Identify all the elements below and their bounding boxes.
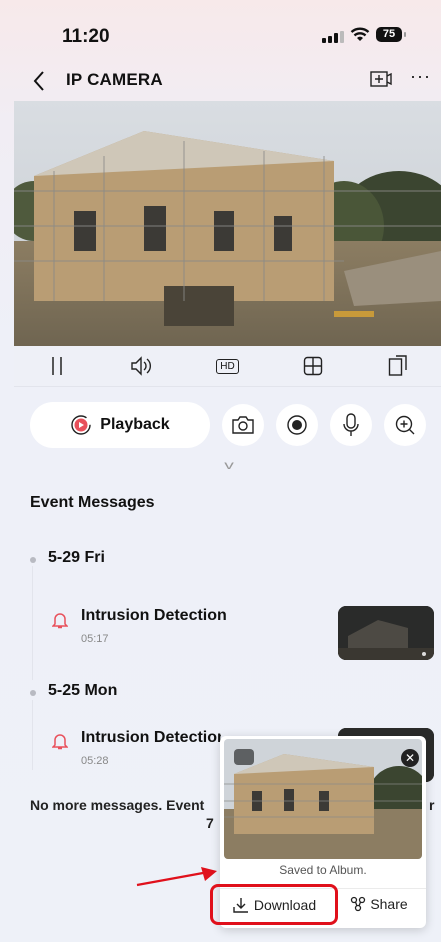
no-more-text-end: r [429, 797, 435, 813]
snapshot-button[interactable] [222, 404, 264, 446]
saved-image-preview[interactable]: ✕ [224, 739, 422, 859]
microphone-icon [343, 413, 359, 436]
close-icon[interactable]: ✕ [401, 749, 419, 767]
bell-icon [52, 734, 68, 750]
hd-icon: HD [216, 358, 239, 374]
signal-icon [322, 31, 344, 43]
event-time: 05:17 [81, 633, 109, 645]
back-icon[interactable] [32, 70, 46, 92]
split-view-button[interactable] [293, 351, 333, 381]
zoom-in-icon [395, 415, 415, 435]
saved-message: Saved to Album. [279, 863, 367, 877]
event-thumbnail[interactable] [338, 606, 434, 660]
zoom-button[interactable] [384, 404, 426, 446]
nav-bar: IP CAMERA ··· [0, 62, 441, 98]
fullscreen-button[interactable] [378, 351, 418, 381]
camera-live-view[interactable] [14, 101, 441, 346]
grid-icon [303, 356, 323, 376]
event-time: 05:28 [81, 755, 109, 767]
more-icon[interactable]: ··· [410, 66, 431, 87]
page-title: IP CAMERA [66, 70, 163, 89]
action-row: Playback [0, 400, 441, 450]
pause-button[interactable] [37, 351, 77, 381]
bell-icon [52, 613, 68, 629]
record-button[interactable] [276, 404, 318, 446]
timeline-dot [30, 690, 36, 696]
download-label: Download [253, 896, 317, 913]
chevron-down-icon[interactable]: v [224, 458, 234, 472]
rotate-screen-icon [389, 355, 407, 376]
share-button[interactable]: Share [332, 896, 426, 912]
event-date: 5-25 Mon [48, 682, 118, 699]
status-bar: 11:20 75 [0, 0, 441, 60]
video-controls-bar: HD [14, 346, 441, 387]
event-messages-heading: Event Messages [30, 494, 155, 511]
wifi-icon [350, 27, 370, 41]
battery-icon: 75 [376, 27, 406, 42]
download-button[interactable]: Download [210, 884, 338, 925]
image-icon [234, 749, 254, 765]
status-time: 11:20 [62, 26, 110, 47]
pause-icon [51, 357, 62, 375]
event-title[interactable]: Intrusion Detection [81, 607, 227, 625]
record-icon [287, 415, 307, 435]
timeline-line [32, 566, 33, 680]
playback-icon [71, 415, 91, 435]
download-icon [233, 897, 248, 913]
no-more-text: No more messages. Event [30, 797, 205, 813]
timeline-dot [30, 557, 36, 563]
event-date: 5-29 Fri [48, 549, 105, 566]
playback-button[interactable]: Playback [30, 402, 210, 448]
event-title[interactable]: Intrusion Detection [81, 729, 221, 747]
timeline-line [32, 700, 33, 770]
playback-label: Playback [100, 416, 170, 433]
sound-button[interactable] [122, 351, 162, 381]
speaker-icon [131, 356, 152, 376]
hd-button[interactable]: HD [207, 351, 247, 381]
add-screen-icon[interactable] [370, 70, 392, 88]
no-more-messages-line2: 7 [206, 815, 214, 831]
share-icon [351, 896, 366, 912]
talk-button[interactable] [330, 404, 372, 446]
camera-icon [232, 416, 254, 434]
share-label: Share [370, 896, 408, 912]
